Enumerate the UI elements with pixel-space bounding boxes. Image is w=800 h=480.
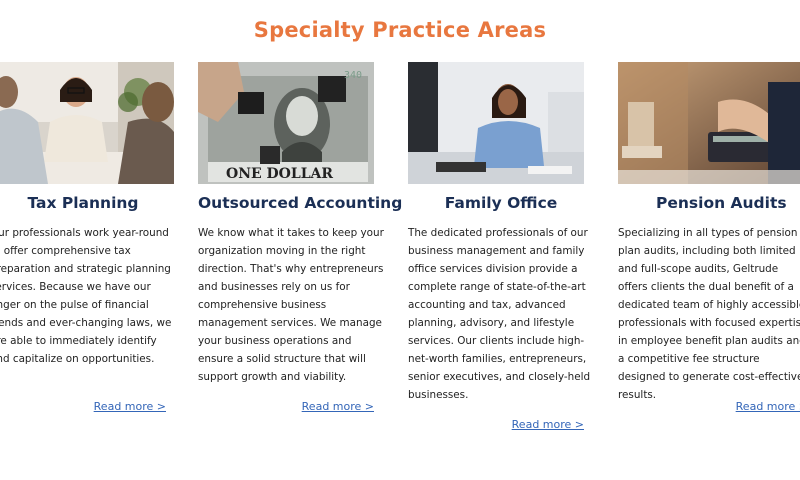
svg-text:ONE DOLLAR: ONE DOLLAR xyxy=(226,166,333,182)
card-title: Outsourced Accounting xyxy=(198,194,403,212)
card-title: Pension Audits xyxy=(656,194,787,212)
card-body: The dedicated professionals of our busin… xyxy=(408,227,591,401)
card-pension-audits: Pension Audits Specializing in all types… xyxy=(618,62,800,413)
read-more-link[interactable]: Read more > xyxy=(0,400,166,413)
read-more-link[interactable]: Read more > xyxy=(198,400,374,413)
read-more-link[interactable]: Read more > xyxy=(408,418,584,431)
section-title: Specialty Practice Areas xyxy=(253,18,547,42)
card-title: Family Office xyxy=(444,194,558,212)
card-body: Our professionals work year-round to off… xyxy=(0,227,172,365)
calculator-hands-photo-icon xyxy=(618,62,800,184)
card-body: We know what it takes to keep your organ… xyxy=(198,227,384,383)
card-family-office: Family Office The dedicated professional… xyxy=(408,62,594,431)
card-body: Specializing in all types of pension pla… xyxy=(618,227,800,401)
dollar-puzzle-photo-icon: ONE DOLLAR 340 xyxy=(198,62,374,184)
professional-woman-photo-icon xyxy=(408,62,584,184)
card-outsourced-accounting: ONE DOLLAR 340 Outsourced Accounting We … xyxy=(198,62,403,413)
card-tax-planning: Tax Planning Our professionals work year… xyxy=(0,62,176,413)
meeting-photo-icon xyxy=(0,62,174,184)
practice-areas-grid: Tax Planning Our professionals work year… xyxy=(0,62,800,480)
card-title: Tax Planning xyxy=(27,194,139,212)
svg-text:340: 340 xyxy=(344,70,362,81)
